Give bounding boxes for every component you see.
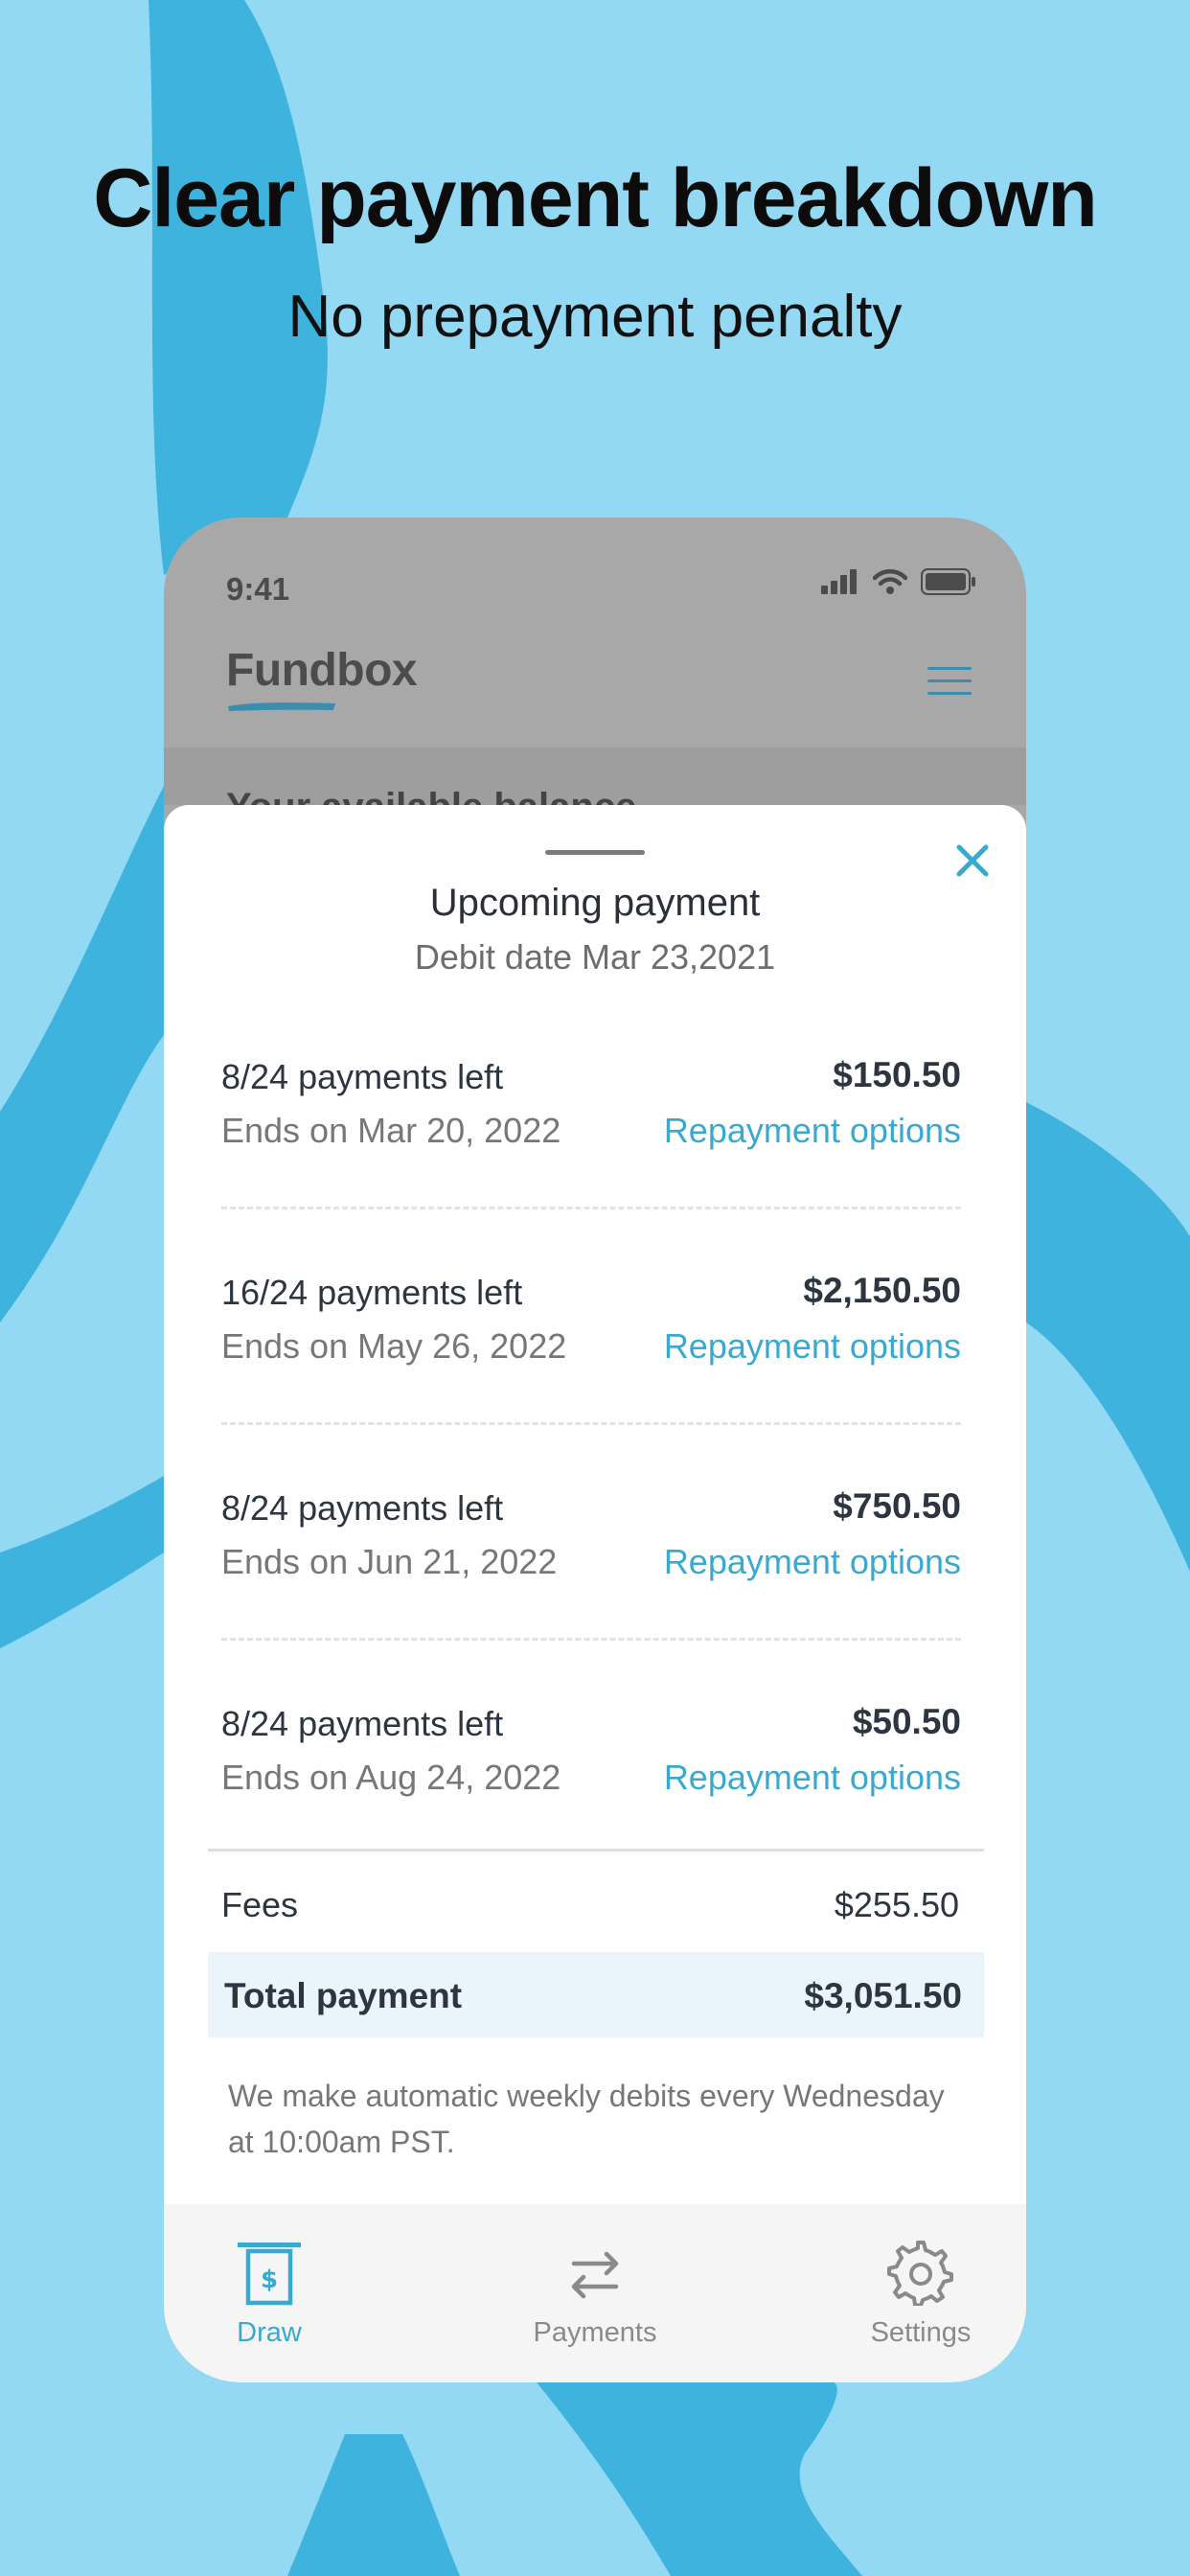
loan-item: 8/24 payments left Ends on Mar 20, 2022 …: [221, 1049, 961, 1265]
total-payment-row: Total payment $3,051.50: [208, 1952, 984, 2037]
loan-list: 8/24 payments left Ends on Mar 20, 2022 …: [221, 1049, 961, 1912]
total-value: $3,051.50: [804, 1976, 962, 2015]
upcoming-payment-sheet: Upcoming payment Debit date Mar 23,2021 …: [164, 805, 1026, 2382]
sheet-title: Upcoming payment: [429, 882, 761, 924]
loan-amount: $2,150.50: [803, 1271, 961, 1310]
loan-amount: $50.50: [852, 1702, 961, 1741]
payments-left: 16/24 payments left: [221, 1273, 523, 1312]
tab-payments[interactable]: Payments: [499, 2204, 691, 2382]
headline: Clear payment breakdown: [93, 152, 1098, 244]
payments-left: 8/24 payments left: [221, 1057, 504, 1096]
app-logo: Fundbox: [226, 645, 418, 696]
tab-label: Settings: [870, 2317, 972, 2348]
repayment-options-link[interactable]: Repayment options: [664, 1326, 961, 1367]
logo-underline: [228, 702, 335, 711]
summary-divider: [208, 1849, 984, 1852]
end-date: Ends on May 26, 2022: [221, 1326, 567, 1366]
tab-label: Payments: [533, 2317, 657, 2348]
repayment-options-link[interactable]: Repayment options: [664, 1111, 961, 1151]
tab-bar: $ Draw Payments Settings: [164, 2204, 1026, 2382]
end-date: Ends on Aug 24, 2022: [221, 1758, 561, 1797]
phone-frame: 9:41 Fundbox Your available balance Upco…: [164, 518, 1026, 2382]
loan-item: 8/24 payments left Ends on Aug 24, 2022 …: [221, 1696, 961, 1912]
end-date: Ends on Mar 20, 2022: [221, 1111, 561, 1150]
payments-left: 8/24 payments left: [221, 1488, 504, 1528]
total-label: Total payment: [224, 1976, 463, 2015]
loan-amount: $750.50: [833, 1486, 961, 1526]
repayment-options-link[interactable]: Repayment options: [664, 1542, 961, 1582]
signal-icon: [821, 569, 857, 594]
dashed-divider: [221, 1638, 961, 1641]
status-time: 9:41: [226, 571, 290, 607]
subheadline: No prepayment penalty: [287, 284, 903, 350]
wifi-icon: [873, 569, 907, 594]
transfer-arrows-icon: [571, 2251, 619, 2299]
draw-icon: $: [238, 2242, 301, 2306]
debit-schedule-note: We make automatic weekly debits every We…: [228, 2079, 945, 2159]
tab-label: Draw: [237, 2317, 302, 2348]
sheet-grabber[interactable]: [545, 850, 645, 855]
dashed-divider: [221, 1422, 961, 1425]
gear-icon: [887, 2241, 953, 2306]
fees-value: $255.50: [834, 1885, 959, 1924]
repayment-options-link[interactable]: Repayment options: [664, 1758, 961, 1798]
loan-item: 8/24 payments left Ends on Jun 21, 2022 …: [221, 1481, 961, 1696]
loan-item: 16/24 payments left Ends on May 26, 2022…: [221, 1265, 961, 1481]
end-date: Ends on Jun 21, 2022: [221, 1542, 558, 1581]
hamburger-menu-icon[interactable]: [927, 667, 972, 704]
svg-text:$: $: [261, 2266, 278, 2294]
tab-settings[interactable]: Settings: [825, 2204, 1017, 2382]
status-icons: [821, 568, 976, 595]
loan-amount: $150.50: [833, 1055, 961, 1094]
debit-date: Debit date Mar 23,2021: [414, 937, 776, 977]
dashed-divider: [221, 1207, 961, 1209]
payments-left: 8/24 payments left: [221, 1704, 504, 1743]
battery-icon: [921, 568, 975, 595]
fees-label: Fees: [221, 1885, 299, 1924]
tab-draw[interactable]: $ Draw: [173, 2204, 365, 2382]
fees-row: Fees $255.50: [221, 1885, 959, 1925]
close-icon[interactable]: [953, 841, 992, 880]
